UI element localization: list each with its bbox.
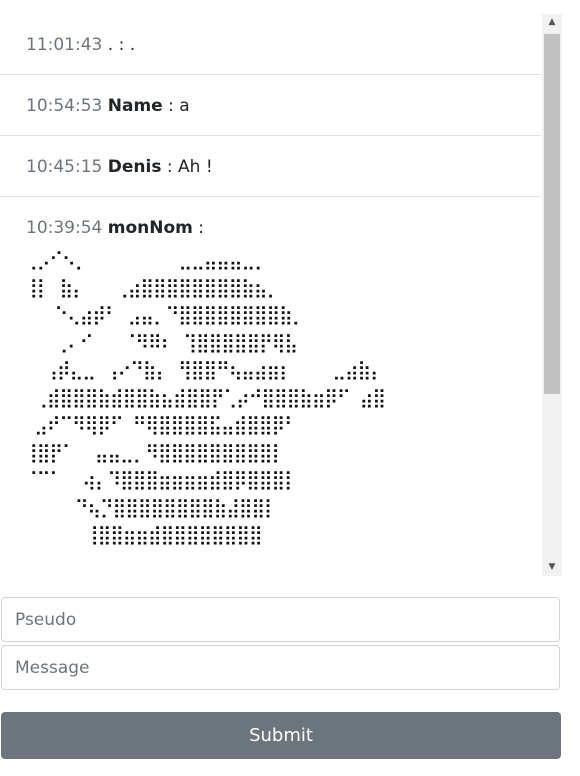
ascii-art-message: ⢀⡠⠊⠢⡀ ⣀⣀⣤⣤⣤⣀⡀ ⢸⡇ ⣷⡄ ⢀⣴⣿⣿⣿⣿⣿⣿⣿⣿⣷⣦⡀ ⠑⢄⣴⡾⠃ … xyxy=(24,249,386,546)
message-text: Ah ! xyxy=(178,157,213,177)
message-time: 11:01:43 xyxy=(26,35,103,55)
message-list: 11:01:43 . : . 10:54:53 Name : a 10:45:1… xyxy=(0,14,541,576)
message-nick: Denis xyxy=(107,157,162,177)
scroll-down-arrow-icon[interactable]: ▼ xyxy=(542,559,562,576)
scroll-up-arrow-icon[interactable]: ▲ xyxy=(542,14,562,31)
message-item: 10:39:54 monNom : ⢀⡠⠊⠢⡀ ⣀⣀⣤⣤⣤⣀⡀ ⢸⡇ ⣷⡄ ⢀⣴… xyxy=(0,197,541,550)
message-text: . : . xyxy=(107,35,136,55)
message-nick: monNom xyxy=(107,218,193,238)
message-separator: : xyxy=(161,157,179,177)
message-time: 10:54:53 xyxy=(26,96,103,116)
pseudo-input[interactable] xyxy=(1,597,560,642)
message-item: 10:54:53 Name : a xyxy=(0,75,541,136)
message-scrollbar[interactable]: ▲ ▼ xyxy=(542,14,562,576)
scrollbar-thumb[interactable] xyxy=(544,34,560,394)
message-text: a xyxy=(179,96,190,116)
message-nick: Name xyxy=(107,96,163,116)
message-item: 10:45:15 Denis : Ah ! xyxy=(0,136,541,197)
chat-panel: 11:01:43 . : . 10:54:53 Name : a 10:45:1… xyxy=(0,14,562,576)
message-separator: : xyxy=(162,96,180,116)
message-input[interactable] xyxy=(1,645,560,690)
message-time: 10:45:15 xyxy=(26,157,103,177)
message-time: 10:39:54 xyxy=(26,218,103,238)
message-item: 11:01:43 . : . xyxy=(0,14,541,75)
message-separator: : xyxy=(192,218,205,238)
submit-button[interactable]: Submit xyxy=(1,712,561,759)
